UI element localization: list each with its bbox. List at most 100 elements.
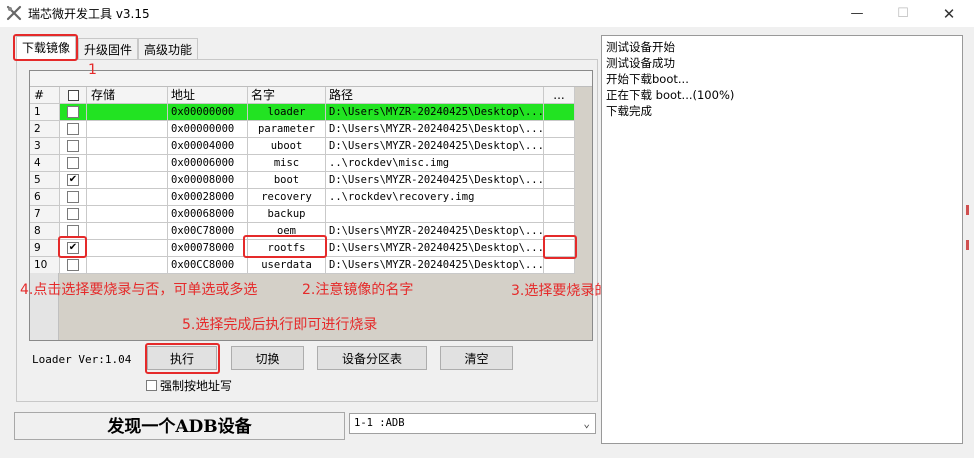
row-select[interactable]: [60, 155, 87, 172]
row-number: 10: [30, 257, 60, 274]
row-name[interactable]: boot: [248, 172, 326, 189]
run-button[interactable]: 执行: [147, 346, 217, 370]
partition-table-button[interactable]: 设备分区表: [317, 346, 427, 370]
row-path[interactable]: D:\Users\MYZR-20240425\Desktop\...: [326, 121, 544, 138]
row-store: [87, 121, 168, 138]
table-row[interactable]: 10 0x00CC8000 userdata D:\Users\MYZR-202404…: [30, 257, 575, 274]
header-name: 名字: [248, 87, 326, 104]
log-line: 测试设备成功: [606, 56, 675, 70]
annotation-4: 4.点击选择要烧录与否，可单选或多选: [20, 282, 258, 298]
row-path[interactable]: ..\rockdev\misc.img: [326, 155, 544, 172]
select-all-checkbox[interactable]: [67, 89, 79, 101]
row-checkbox[interactable]: [67, 191, 79, 203]
window-title: 瑞芯微开发工具 v3.15: [28, 7, 150, 21]
maximize-button[interactable]: ☐: [880, 0, 926, 27]
title-bar: 瑞芯微开发工具 v3.15 — ☐ ✕: [0, 0, 974, 27]
row-path[interactable]: ..\rockdev\recovery.img: [326, 189, 544, 206]
row-address[interactable]: 0x00028000: [168, 189, 248, 206]
table-row[interactable]: 5 ✔ 0x00008000 boot D:\Users\MYZR-20240425\D…: [30, 172, 575, 189]
device-select-value: 1-1 :ADB: [354, 417, 405, 429]
force-address-option[interactable]: 强制按地址写: [146, 377, 232, 394]
row-checkbox[interactable]: [67, 259, 79, 271]
annotation-5: 5.选择完成后执行即可进行烧录: [182, 317, 378, 333]
row-number: 5: [30, 172, 60, 189]
row-address[interactable]: 0x00078000: [168, 240, 248, 257]
status-bar: 发现一个ADB设备: [14, 412, 345, 440]
table-row[interactable]: 1 0x00000000 loader D:\Users\MYZR-20240425\…: [30, 104, 575, 121]
switch-button[interactable]: 切换: [231, 346, 304, 370]
row-name[interactable]: loader: [248, 104, 326, 121]
row-browse-button[interactable]: [544, 104, 575, 121]
row-browse-button[interactable]: [544, 189, 575, 206]
row-checkbox[interactable]: [67, 140, 79, 152]
row-select[interactable]: [60, 189, 87, 206]
row-checkbox[interactable]: [67, 106, 79, 118]
grid-header-strip: [30, 71, 592, 87]
row-name[interactable]: uboot: [248, 138, 326, 155]
minimize-button[interactable]: —: [834, 0, 880, 27]
row-address[interactable]: 0x00CC8000: [168, 257, 248, 274]
table-row[interactable]: 7 0x00068000 backup: [30, 206, 575, 223]
row-browse-button[interactable]: [544, 138, 575, 155]
tab-advanced[interactable]: 高级功能: [138, 38, 199, 59]
row-address[interactable]: 0x00008000: [168, 172, 248, 189]
row-browse-button[interactable]: [544, 172, 575, 189]
annotation-box-name: [243, 235, 327, 258]
table-row[interactable]: 6 0x00028000 recovery ..\rockdev\recovery.i…: [30, 189, 575, 206]
row-name[interactable]: recovery: [248, 189, 326, 206]
row-path[interactable]: D:\Users\MYZR-20240425\Desktop\...: [326, 257, 544, 274]
row-browse-button[interactable]: [544, 121, 575, 138]
row-path[interactable]: D:\Users\MYZR-20240425\Desktop\...: [326, 240, 544, 257]
log-line: 正在下载 boot...(100%): [606, 88, 735, 102]
row-checkbox[interactable]: [67, 157, 79, 169]
log-output[interactable]: 测试设备开始 测试设备成功 开始下载boot... 正在下载 boot...(100%…: [601, 35, 963, 444]
row-address[interactable]: 0x00004000: [168, 138, 248, 155]
table-row[interactable]: 2 0x00000000 parameter D:\Users\MYZR-202404…: [30, 121, 575, 138]
row-checkbox[interactable]: ✔: [67, 174, 79, 186]
row-browse-button[interactable]: [544, 155, 575, 172]
row-path[interactable]: D:\Users\MYZR-20240425\Desktop\...: [326, 138, 544, 155]
table-row[interactable]: 4 0x00006000 misc ..\rockdev\misc.img: [30, 155, 575, 172]
row-select[interactable]: ✔: [60, 172, 87, 189]
row-store: [87, 223, 168, 240]
row-name[interactable]: misc: [248, 155, 326, 172]
log-line: 测试设备开始: [606, 40, 675, 54]
row-select[interactable]: [60, 121, 87, 138]
clear-button[interactable]: 清空: [440, 346, 513, 370]
close-button[interactable]: ✕: [926, 0, 972, 27]
device-select[interactable]: 1-1 :ADB ⌄: [349, 413, 596, 434]
row-number: 6: [30, 189, 60, 206]
row-store: [87, 257, 168, 274]
edge-marker: [966, 205, 969, 215]
row-address[interactable]: 0x00000000: [168, 121, 248, 138]
tab-upgrade-firmware[interactable]: 升级固件: [78, 38, 139, 59]
header-address: 地址: [168, 87, 248, 104]
row-name[interactable]: backup: [248, 206, 326, 223]
row-path[interactable]: [326, 206, 544, 223]
row-store: [87, 240, 168, 257]
row-path[interactable]: D:\Users\MYZR-20240425\Desktop\...: [326, 223, 544, 240]
row-address[interactable]: 0x00000000: [168, 104, 248, 121]
row-name[interactable]: userdata: [248, 257, 326, 274]
row-browse-button[interactable]: [544, 206, 575, 223]
row-select[interactable]: [60, 138, 87, 155]
annotation-box-path: [543, 235, 577, 259]
row-select[interactable]: [60, 206, 87, 223]
force-address-checkbox[interactable]: [146, 380, 157, 391]
app-icon: [6, 5, 22, 21]
row-select[interactable]: [60, 257, 87, 274]
row-select[interactable]: [60, 104, 87, 121]
header-select-all[interactable]: [60, 87, 87, 104]
row-path[interactable]: D:\Users\MYZR-20240425\Desktop\...: [326, 104, 544, 121]
row-checkbox[interactable]: [67, 208, 79, 220]
row-browse-button[interactable]: [544, 257, 575, 274]
row-address[interactable]: 0x00006000: [168, 155, 248, 172]
log-line: 下载完成: [606, 104, 652, 118]
row-name[interactable]: parameter: [248, 121, 326, 138]
row-address[interactable]: 0x00068000: [168, 206, 248, 223]
row-number: 1: [30, 104, 60, 121]
row-checkbox[interactable]: [67, 123, 79, 135]
row-path[interactable]: D:\Users\MYZR-20240425\Desktop\...: [326, 172, 544, 189]
table-row[interactable]: 3 0x00004000 uboot D:\Users\MYZR-20240425\D…: [30, 138, 575, 155]
row-address[interactable]: 0x00C78000: [168, 223, 248, 240]
